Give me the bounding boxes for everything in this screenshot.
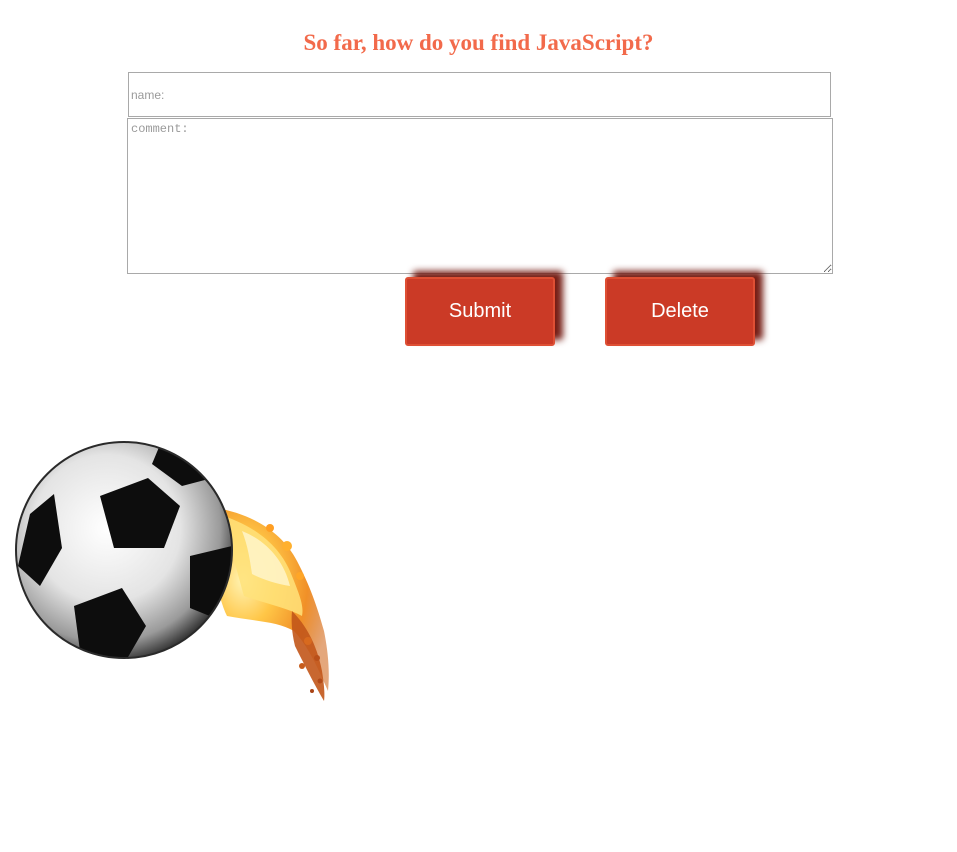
submit-button[interactable]: Submit	[405, 277, 555, 346]
flaming-soccer-ball-icon	[15, 441, 329, 701]
name-input[interactable]	[128, 72, 831, 117]
comment-textarea[interactable]	[127, 118, 833, 274]
page: So far, how do you find JavaScript? Subm…	[0, 0, 957, 852]
page-title: So far, how do you find JavaScript?	[303, 30, 654, 55]
delete-button[interactable]: Delete	[605, 277, 755, 346]
soccer-ball	[15, 441, 233, 659]
